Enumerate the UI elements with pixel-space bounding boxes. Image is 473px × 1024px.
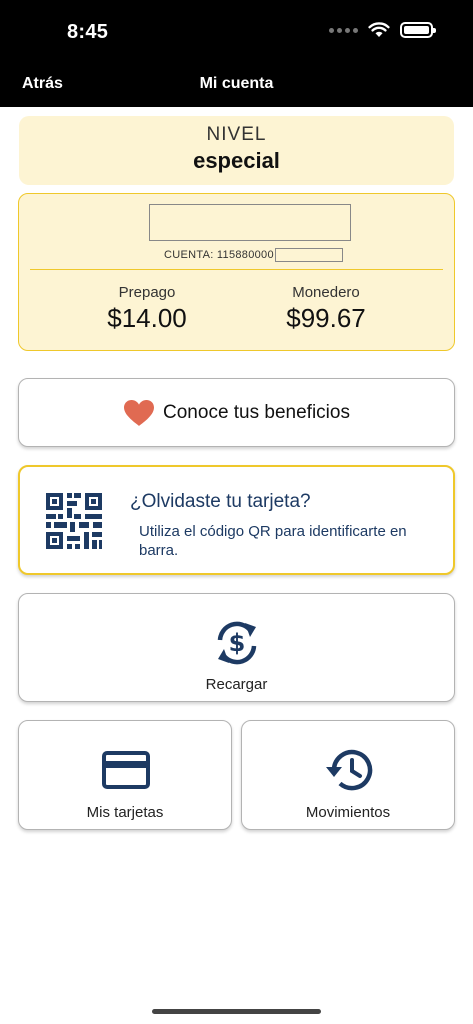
credit-card-icon: [102, 751, 150, 789]
monedero-balance: Monedero $99.67: [246, 284, 406, 334]
prepago-value: $14.00: [107, 303, 187, 333]
history-icon: [326, 749, 373, 791]
recargar-button[interactable]: $ Recargar: [18, 593, 455, 702]
movimientos-label: Movimientos: [305, 804, 391, 821]
prepago-label: Prepago: [118, 284, 176, 301]
movimientos-button[interactable]: Movimientos: [241, 720, 455, 830]
account-card: CUENTA: 115880000 Prepago $14.00 Moneder…: [18, 193, 455, 351]
benefits-button[interactable]: Conoce tus beneficios: [18, 378, 455, 447]
level-label: NIVEL: [206, 124, 267, 145]
monedero-label: Monedero: [292, 284, 360, 301]
barcode-placeholder: [149, 204, 351, 241]
refresh-dollar-icon: $: [217, 621, 257, 665]
page-title: Mi cuenta: [199, 75, 274, 92]
level-card: NIVEL especial: [19, 116, 454, 185]
status-time: 8:45: [67, 21, 109, 43]
recargar-label: Recargar: [205, 676, 268, 693]
mis-tarjetas-label: Mis tarjetas: [86, 804, 164, 821]
qr-code-icon: [46, 493, 102, 549]
cellular-signal-icon: [329, 27, 358, 33]
wifi-icon: [368, 22, 390, 37]
monedero-value: $99.67: [286, 303, 366, 333]
qr-card[interactable]: ¿Olvidaste tu tarjeta? Utiliza el código…: [18, 465, 455, 575]
level-value: especial: [193, 148, 280, 173]
qr-card-description: Utiliza el código QR para identificarte …: [139, 523, 407, 559]
battery-icon: [400, 22, 436, 38]
qr-card-title: ¿Olvidaste tu tarjeta?: [130, 491, 311, 512]
prepago-balance: Prepago $14.00: [67, 284, 227, 334]
account-number-text: CUENTA: 115880000: [164, 249, 274, 261]
top-bar: 8:45 Atrás Mi cuenta: [0, 0, 473, 107]
account-number: CUENTA: 115880000: [164, 248, 343, 262]
account-number-mask: [274, 248, 343, 262]
heart-icon: [124, 399, 155, 426]
status-icons: [329, 22, 436, 38]
home-indicator[interactable]: [152, 1009, 321, 1014]
mis-tarjetas-button[interactable]: Mis tarjetas: [18, 720, 232, 830]
svg-text:$: $: [229, 629, 246, 657]
divider: [30, 269, 443, 270]
benefits-label: Conoce tus beneficios: [163, 401, 350, 423]
screen: 8:45 Atrás Mi cuenta NIVEL especial CUEN…: [0, 0, 473, 1024]
